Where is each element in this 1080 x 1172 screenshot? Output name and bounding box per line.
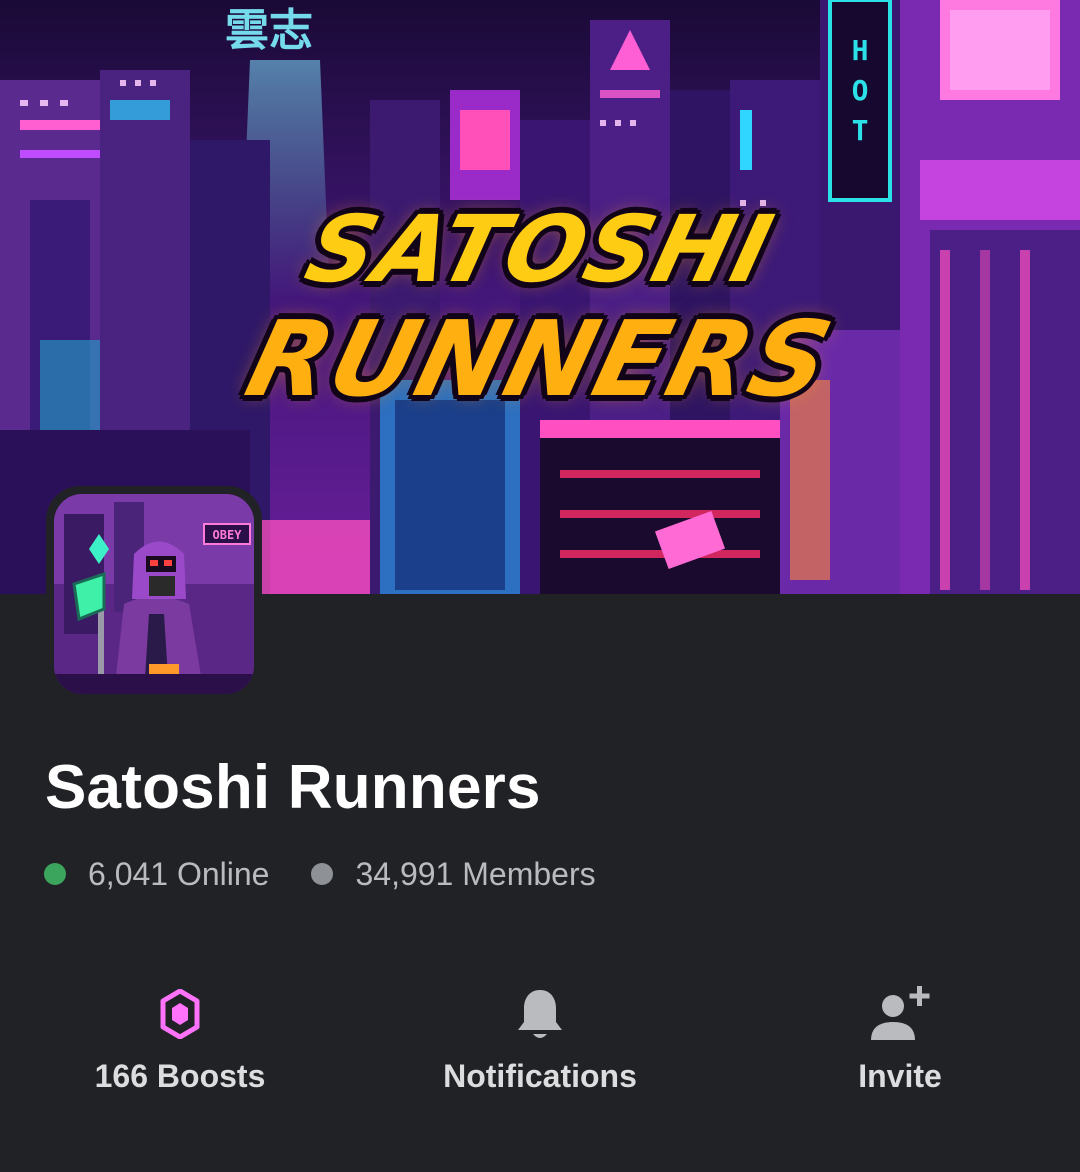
add-user-icon	[864, 978, 936, 1050]
svg-text:T: T	[852, 114, 869, 147]
member-count: 34,991 Members	[355, 855, 596, 892]
online-count: 6,041 Online	[88, 855, 270, 892]
notifications-button[interactable]: Notifications	[390, 972, 690, 1102]
invite-button[interactable]: Invite	[750, 972, 1050, 1102]
notifications-label: Notifications	[443, 1058, 637, 1094]
logo-line-1: Satoshi	[296, 196, 784, 303]
hotel-sign-text: H	[852, 34, 869, 67]
banner-logo: Satoshi Runners	[230, 190, 850, 430]
runner-character-art: OBEY	[54, 494, 254, 694]
members-stat: 34,991 Members	[311, 855, 596, 893]
boost-gem-icon	[144, 978, 216, 1050]
online-status-dot	[44, 863, 66, 885]
invite-label: Invite	[858, 1058, 942, 1094]
svg-text:雲志: 雲志	[225, 5, 313, 56]
obey-sign-text: OBEY	[213, 528, 243, 542]
online-stat: 6,041 Online	[44, 856, 269, 893]
svg-text:O: O	[852, 74, 869, 107]
logo-line-2: Runners	[235, 298, 845, 420]
members-status-dot	[311, 863, 334, 885]
boosts-label: 166 Boosts	[94, 1058, 266, 1094]
server-actions-bar: 166 Boosts Notifications Invite	[0, 972, 1080, 1112]
server-avatar[interactable]: OBEY	[54, 494, 254, 694]
boosts-button[interactable]: 166 Boosts	[30, 972, 330, 1102]
server-name: Satoshi Runners	[45, 753, 541, 822]
server-avatar-frame[interactable]: OBEY	[46, 486, 262, 702]
server-profile-screen: H O T 雲志 SATOSHI RUNNERS OBEY Satoshi Ru…	[0, 0, 1080, 1172]
bell-icon	[504, 978, 576, 1050]
server-stats: 6,041 Online 34,991 Members	[44, 852, 596, 896]
